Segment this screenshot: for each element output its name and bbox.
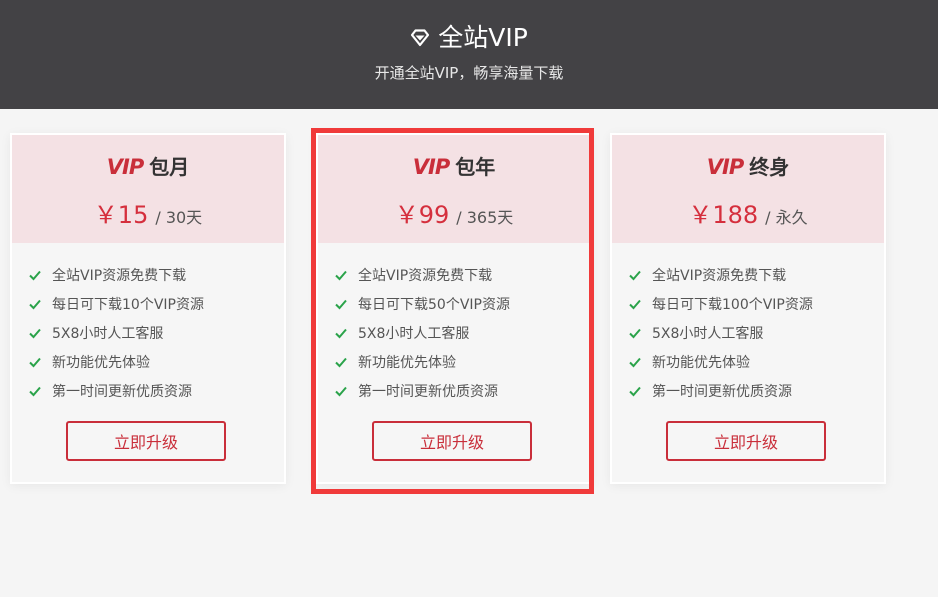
feature-text: 第一时间更新优质资源 xyxy=(652,383,792,400)
plan-title: VIP 包年 xyxy=(318,153,590,181)
feature-text: 新功能优先体验 xyxy=(358,354,456,371)
plan-period: / 永久 xyxy=(765,208,808,227)
feature-text: 5X8小时人工客服 xyxy=(52,325,164,342)
feature-text: 全站VIP资源免费下载 xyxy=(652,267,787,284)
plan-card-header: VIP 包月 ￥15 / 30天 xyxy=(12,135,284,243)
feature-text: 每日可下载10个VIP资源 xyxy=(52,296,204,313)
feature-item: 新功能优先体验 xyxy=(628,347,813,376)
check-icon xyxy=(335,270,347,280)
plan-card-header: VIP 包年 ￥99 / 365天 xyxy=(318,135,590,243)
plan-name: 终身 xyxy=(749,155,790,179)
upgrade-button-monthly[interactable]: 立即升级 xyxy=(66,421,226,461)
feature-text: 5X8小时人工客服 xyxy=(652,325,764,342)
upgrade-button-lifetime[interactable]: 立即升级 xyxy=(666,421,826,461)
check-icon xyxy=(335,299,347,309)
price-row: ￥99 / 365天 xyxy=(318,195,590,230)
diamond-icon xyxy=(410,29,430,47)
check-icon xyxy=(29,299,41,309)
feature-list: 全站VIP资源免费下载 每日可下载50个VIP资源 5X8小时人工客服 新功能优… xyxy=(334,260,510,405)
plan-card-header: VIP 终身 ￥188 / 永久 xyxy=(612,135,884,243)
feature-text: 新功能优先体验 xyxy=(652,354,750,371)
price-row: ￥15 / 30天 xyxy=(12,195,284,230)
feature-text: 第一时间更新优质资源 xyxy=(358,383,498,400)
feature-text: 全站VIP资源免费下载 xyxy=(52,267,187,284)
plan-title: VIP 包月 xyxy=(12,153,284,181)
plan-period: / 365天 xyxy=(456,208,514,227)
check-icon xyxy=(629,328,641,338)
feature-item: 第一时间更新优质资源 xyxy=(28,376,204,405)
check-icon xyxy=(29,386,41,396)
feature-item: 全站VIP资源免费下载 xyxy=(334,260,510,289)
feature-list: 全站VIP资源免费下载 每日可下载100个VIP资源 5X8小时人工客服 新功能… xyxy=(628,260,813,405)
plan-price: ￥99 xyxy=(394,201,450,229)
plan-card-lifetime: VIP 终身 ￥188 / 永久 全站VIP资源免费下载 每日可下载100个VI… xyxy=(610,133,886,484)
check-icon xyxy=(29,328,41,338)
feature-item: 新功能优先体验 xyxy=(334,347,510,376)
plan-period: / 30天 xyxy=(155,208,203,227)
feature-item: 第一时间更新优质资源 xyxy=(334,376,510,405)
feature-text: 5X8小时人工客服 xyxy=(358,325,470,342)
check-icon xyxy=(335,386,347,396)
check-icon xyxy=(629,386,641,396)
feature-text: 第一时间更新优质资源 xyxy=(52,383,192,400)
feature-text: 全站VIP资源免费下载 xyxy=(358,267,493,284)
plan-name: 包月 xyxy=(149,155,190,179)
page-title: 全站VIP xyxy=(438,23,528,52)
feature-text: 新功能优先体验 xyxy=(52,354,150,371)
feature-item: 每日可下载50个VIP资源 xyxy=(334,289,510,318)
plan-name: 包年 xyxy=(455,155,496,179)
plan-card-yearly: VIP 包年 ￥99 / 365天 全站VIP资源免费下载 每日可下载50个VI… xyxy=(316,133,592,484)
feature-item: 5X8小时人工客服 xyxy=(28,318,204,347)
plan-card-monthly: VIP 包月 ￥15 / 30天 全站VIP资源免费下载 每日可下载10个VIP… xyxy=(10,133,286,484)
feature-item: 全站VIP资源免费下载 xyxy=(28,260,204,289)
check-icon xyxy=(629,299,641,309)
feature-item: 5X8小时人工客服 xyxy=(334,318,510,347)
vip-logo: VIP xyxy=(412,155,450,179)
price-row: ￥188 / 永久 xyxy=(612,195,884,230)
plan-price: ￥188 xyxy=(688,201,759,229)
feature-item: 5X8小时人工客服 xyxy=(628,318,813,347)
page-subtitle: 开通全站VIP，畅享海量下载 xyxy=(374,64,564,82)
feature-item: 全站VIP资源免费下载 xyxy=(628,260,813,289)
feature-item: 每日可下载100个VIP资源 xyxy=(628,289,813,318)
check-icon xyxy=(29,357,41,367)
vip-logo: VIP xyxy=(106,155,144,179)
check-icon xyxy=(629,357,641,367)
feature-item: 每日可下载10个VIP资源 xyxy=(28,289,204,318)
plan-price: ￥15 xyxy=(93,201,149,229)
feature-item: 第一时间更新优质资源 xyxy=(628,376,813,405)
vip-logo: VIP xyxy=(706,155,744,179)
feature-text: 每日可下载50个VIP资源 xyxy=(358,296,510,313)
check-icon xyxy=(29,270,41,280)
upgrade-button-yearly[interactable]: 立即升级 xyxy=(372,421,532,461)
feature-item: 新功能优先体验 xyxy=(28,347,204,376)
feature-list: 全站VIP资源免费下载 每日可下载10个VIP资源 5X8小时人工客服 新功能优… xyxy=(28,260,204,405)
check-icon xyxy=(335,357,347,367)
feature-text: 每日可下载100个VIP资源 xyxy=(652,296,813,313)
check-icon xyxy=(629,270,641,280)
check-icon xyxy=(335,328,347,338)
header: 全站VIP 开通全站VIP，畅享海量下载 xyxy=(0,0,938,109)
plan-title: VIP 终身 xyxy=(612,153,884,181)
header-title-row: 全站VIP xyxy=(0,22,938,54)
